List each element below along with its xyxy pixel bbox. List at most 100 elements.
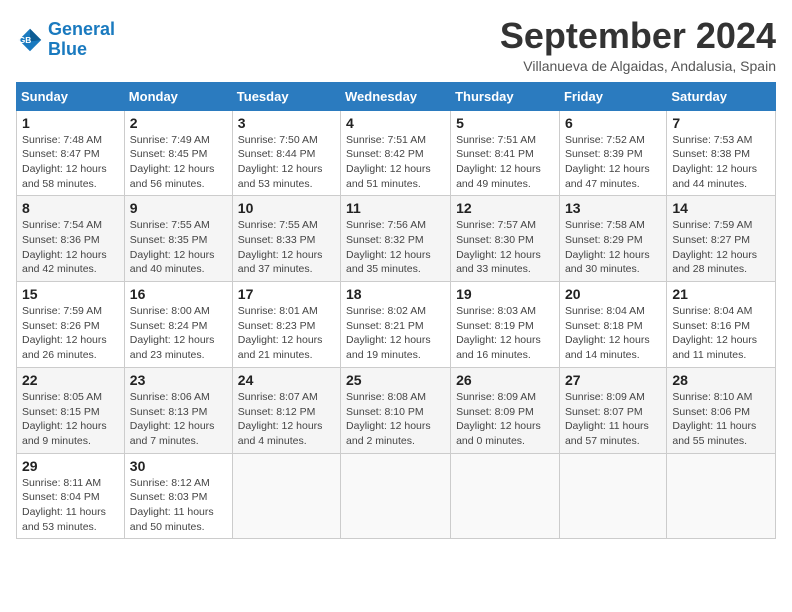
day-info: Sunrise: 8:04 AMSunset: 8:18 PMDaylight:… xyxy=(565,304,661,363)
header-cell-sunday: Sunday xyxy=(17,82,125,110)
day-info: Sunrise: 7:54 AMSunset: 8:36 PMDaylight:… xyxy=(22,218,119,277)
day-info: Sunrise: 7:48 AMSunset: 8:47 PMDaylight:… xyxy=(22,133,119,192)
calendar-cell: 14 Sunrise: 7:59 AMSunset: 8:27 PMDayligh… xyxy=(667,196,776,282)
calendar-cell: 23 Sunrise: 8:06 AMSunset: 8:13 PMDayligh… xyxy=(124,367,232,453)
day-info: Sunrise: 8:01 AMSunset: 8:23 PMDaylight:… xyxy=(238,304,335,363)
calendar-cell: 30 Sunrise: 8:12 AMSunset: 8:03 PMDayligh… xyxy=(124,453,232,539)
calendar-cell: 27Sunrise: 8:09 AMSunset: 8:07 PMDayligh… xyxy=(559,367,666,453)
day-number: 29 xyxy=(22,458,119,474)
day-info: Sunrise: 7:59 AMSunset: 8:27 PMDaylight:… xyxy=(672,218,770,277)
day-info: Sunrise: 8:12 AMSunset: 8:03 PMDaylight:… xyxy=(130,476,227,535)
day-number: 6 xyxy=(565,115,661,131)
header-cell-thursday: Thursday xyxy=(451,82,560,110)
day-number: 21 xyxy=(672,286,770,302)
day-number: 14 xyxy=(672,200,770,216)
title-block: September 2024 Villanueva de Algaidas, A… xyxy=(500,16,776,74)
calendar-week-row: 29Sunrise: 8:11 AMSunset: 8:04 PMDayligh… xyxy=(17,453,776,539)
header-cell-wednesday: Wednesday xyxy=(341,82,451,110)
calendar-cell xyxy=(559,453,666,539)
calendar-cell: 18Sunrise: 8:02 AMSunset: 8:21 PMDayligh… xyxy=(341,282,451,368)
day-info: Sunrise: 7:50 AMSunset: 8:44 PMDaylight:… xyxy=(238,133,335,192)
calendar-cell: 19Sunrise: 8:03 AMSunset: 8:19 PMDayligh… xyxy=(451,282,560,368)
day-info: Sunrise: 7:55 AMSunset: 8:35 PMDaylight:… xyxy=(130,218,227,277)
day-info: Sunrise: 8:10 AMSunset: 8:06 PMDaylight:… xyxy=(672,390,770,449)
calendar-cell: 5 Sunrise: 7:51 AMSunset: 8:41 PMDaylight… xyxy=(451,110,560,196)
day-number: 24 xyxy=(238,372,335,388)
calendar-table: SundayMondayTuesdayWednesdayThursdayFrid… xyxy=(16,82,776,540)
day-number: 9 xyxy=(130,200,227,216)
calendar-week-row: 22 Sunrise: 8:05 AMSunset: 8:15 PMDayligh… xyxy=(17,367,776,453)
calendar-cell: 20 Sunrise: 8:04 AMSunset: 8:18 PMDayligh… xyxy=(559,282,666,368)
day-info: Sunrise: 8:04 AMSunset: 8:16 PMDaylight:… xyxy=(672,304,770,363)
day-number: 15 xyxy=(22,286,119,302)
day-number: 5 xyxy=(456,115,554,131)
day-info: Sunrise: 7:51 AMSunset: 8:42 PMDaylight:… xyxy=(346,133,445,192)
calendar-cell: 13Sunrise: 7:58 AMSunset: 8:29 PMDayligh… xyxy=(559,196,666,282)
day-number: 26 xyxy=(456,372,554,388)
day-number: 23 xyxy=(130,372,227,388)
day-number: 19 xyxy=(456,286,554,302)
header-cell-friday: Friday xyxy=(559,82,666,110)
calendar-cell: 8 Sunrise: 7:54 AMSunset: 8:36 PMDaylight… xyxy=(17,196,125,282)
day-number: 20 xyxy=(565,286,661,302)
day-info: Sunrise: 7:59 AMSunset: 8:26 PMDaylight:… xyxy=(22,304,119,363)
day-number: 28 xyxy=(672,372,770,388)
calendar-cell: 4Sunrise: 7:51 AMSunset: 8:42 PMDaylight… xyxy=(341,110,451,196)
calendar-cell: 17Sunrise: 8:01 AMSunset: 8:23 PMDayligh… xyxy=(232,282,340,368)
day-number: 30 xyxy=(130,458,227,474)
day-info: Sunrise: 7:49 AMSunset: 8:45 PMDaylight:… xyxy=(130,133,227,192)
day-info: Sunrise: 7:55 AMSunset: 8:33 PMDaylight:… xyxy=(238,218,335,277)
day-number: 27 xyxy=(565,372,661,388)
day-number: 18 xyxy=(346,286,445,302)
day-info: Sunrise: 7:51 AMSunset: 8:41 PMDaylight:… xyxy=(456,133,554,192)
day-info: Sunrise: 7:57 AMSunset: 8:30 PMDaylight:… xyxy=(456,218,554,277)
logo-text: General Blue xyxy=(48,20,115,60)
day-number: 10 xyxy=(238,200,335,216)
day-info: Sunrise: 8:09 AMSunset: 8:09 PMDaylight:… xyxy=(456,390,554,449)
calendar-cell xyxy=(667,453,776,539)
day-number: 22 xyxy=(22,372,119,388)
calendar-cell: 26 Sunrise: 8:09 AMSunset: 8:09 PMDayligh… xyxy=(451,367,560,453)
day-info: Sunrise: 8:07 AMSunset: 8:12 PMDaylight:… xyxy=(238,390,335,449)
calendar-cell: 29Sunrise: 8:11 AMSunset: 8:04 PMDayligh… xyxy=(17,453,125,539)
calendar-cell: 2 Sunrise: 7:49 AMSunset: 8:45 PMDaylight… xyxy=(124,110,232,196)
calendar-cell: 21 Sunrise: 8:04 AMSunset: 8:16 PMDayligh… xyxy=(667,282,776,368)
calendar-cell: 25 Sunrise: 8:08 AMSunset: 8:10 PMDayligh… xyxy=(341,367,451,453)
day-info: Sunrise: 8:05 AMSunset: 8:15 PMDaylight:… xyxy=(22,390,119,449)
logo: GB General Blue xyxy=(16,20,115,60)
calendar-cell: 11Sunrise: 7:56 AMSunset: 8:32 PMDayligh… xyxy=(341,196,451,282)
day-info: Sunrise: 8:08 AMSunset: 8:10 PMDaylight:… xyxy=(346,390,445,449)
page-header: GB General Blue September 2024 Villanuev… xyxy=(16,16,776,74)
calendar-cell: 6 Sunrise: 7:52 AMSunset: 8:39 PMDaylight… xyxy=(559,110,666,196)
day-info: Sunrise: 8:00 AMSunset: 8:24 PMDaylight:… xyxy=(130,304,227,363)
header-cell-tuesday: Tuesday xyxy=(232,82,340,110)
day-info: Sunrise: 7:58 AMSunset: 8:29 PMDaylight:… xyxy=(565,218,661,277)
calendar-cell: 9 Sunrise: 7:55 AMSunset: 8:35 PMDaylight… xyxy=(124,196,232,282)
calendar-week-row: 8 Sunrise: 7:54 AMSunset: 8:36 PMDaylight… xyxy=(17,196,776,282)
header-cell-monday: Monday xyxy=(124,82,232,110)
day-number: 25 xyxy=(346,372,445,388)
calendar-header-row: SundayMondayTuesdayWednesdayThursdayFrid… xyxy=(17,82,776,110)
calendar-cell: 12Sunrise: 7:57 AMSunset: 8:30 PMDayligh… xyxy=(451,196,560,282)
calendar-cell: 10 Sunrise: 7:55 AMSunset: 8:33 PMDayligh… xyxy=(232,196,340,282)
day-info: Sunrise: 7:52 AMSunset: 8:39 PMDaylight:… xyxy=(565,133,661,192)
calendar-cell: 22 Sunrise: 8:05 AMSunset: 8:15 PMDayligh… xyxy=(17,367,125,453)
day-number: 2 xyxy=(130,115,227,131)
calendar-cell: 3 Sunrise: 7:50 AMSunset: 8:44 PMDaylight… xyxy=(232,110,340,196)
logo-icon: GB xyxy=(16,26,44,54)
month-title: September 2024 xyxy=(500,16,776,56)
calendar-cell: 1 Sunrise: 7:48 AMSunset: 8:47 PMDaylight… xyxy=(17,110,125,196)
calendar-cell: 7Sunrise: 7:53 AMSunset: 8:38 PMDaylight… xyxy=(667,110,776,196)
calendar-cell: 16Sunrise: 8:00 AMSunset: 8:24 PMDayligh… xyxy=(124,282,232,368)
calendar-cell: 15 Sunrise: 7:59 AMSunset: 8:26 PMDayligh… xyxy=(17,282,125,368)
location-subtitle: Villanueva de Algaidas, Andalusia, Spain xyxy=(500,58,776,74)
calendar-cell xyxy=(451,453,560,539)
day-number: 7 xyxy=(672,115,770,131)
day-number: 3 xyxy=(238,115,335,131)
svg-text:GB: GB xyxy=(19,35,32,45)
calendar-cell: 24 Sunrise: 8:07 AMSunset: 8:12 PMDayligh… xyxy=(232,367,340,453)
day-info: Sunrise: 8:06 AMSunset: 8:13 PMDaylight:… xyxy=(130,390,227,449)
calendar-cell xyxy=(341,453,451,539)
day-number: 1 xyxy=(22,115,119,131)
day-number: 8 xyxy=(22,200,119,216)
